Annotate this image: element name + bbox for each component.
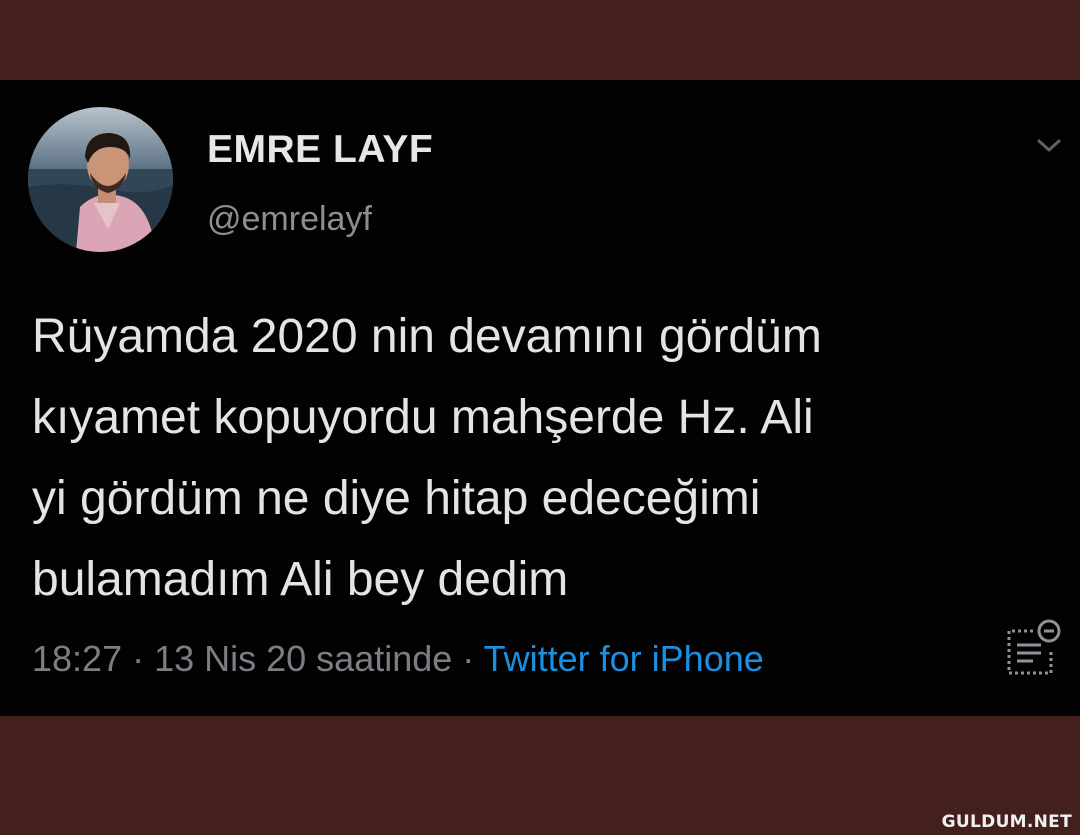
tweet-text: Rüyamda 2020 nin devamını gördüm kıyamet…	[32, 310, 822, 606]
meta-separator: ·	[452, 638, 484, 679]
tweet-card: EMRE LAYF @emrelayf Rüyamda 2020 nin dev…	[0, 80, 1080, 716]
username[interactable]: @emrelayf	[207, 200, 372, 239]
tweet-date[interactable]: 13 Nis 20 saatinde	[154, 638, 452, 679]
tweet-time[interactable]: 18:27	[32, 638, 122, 679]
tweet-source-link[interactable]: Twitter for iPhone	[484, 638, 764, 679]
tweet-meta: 18:27 · 13 Nis 20 saatinde · Twitter for…	[32, 638, 764, 680]
tweet-analytics-icon[interactable]	[999, 615, 1067, 681]
chevron-down-icon[interactable]	[1034, 136, 1064, 156]
avatar-photo	[28, 107, 173, 252]
meta-separator: ·	[122, 638, 155, 679]
site-watermark: GULDUM.NET	[941, 812, 1072, 832]
avatar[interactable]	[28, 107, 173, 252]
display-name[interactable]: EMRE LAYF	[207, 128, 433, 172]
